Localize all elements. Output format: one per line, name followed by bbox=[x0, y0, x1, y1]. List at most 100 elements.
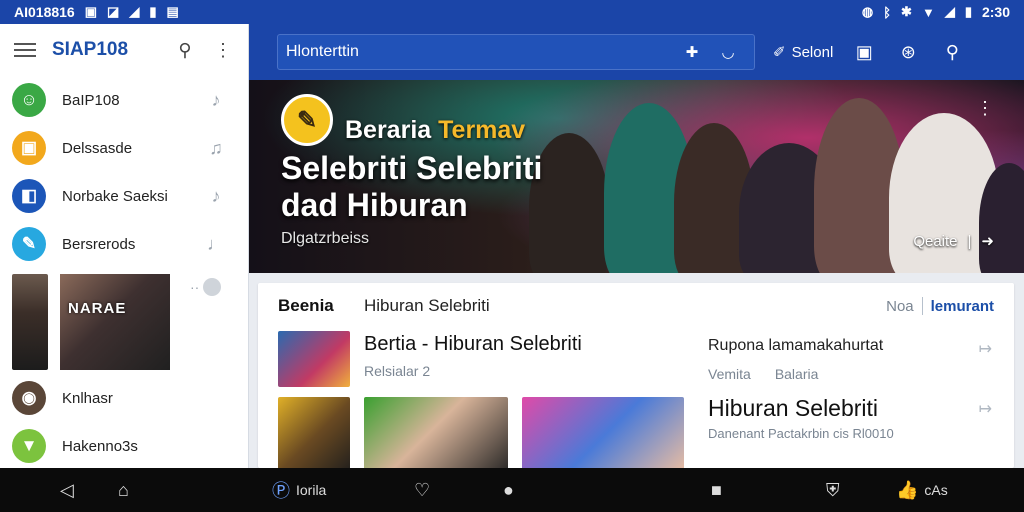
gallery-icon[interactable]: ▣ bbox=[851, 42, 877, 63]
bluetooth-icon: ᛒ bbox=[883, 4, 892, 20]
music-icon: ♫ bbox=[209, 137, 223, 158]
nfc-icon: ◍ bbox=[861, 4, 874, 19]
menu-icon[interactable] bbox=[14, 43, 36, 57]
music-icon: ♪ bbox=[211, 185, 221, 206]
pen-icon: ✐ bbox=[773, 44, 786, 61]
contact-avatar-icon: ✎ bbox=[12, 227, 46, 261]
select-label: Selonl bbox=[791, 43, 834, 61]
article-title[interactable]: Rupona lamamakahurtat bbox=[708, 337, 883, 355]
article-title[interactable]: Hiburan Selebriti bbox=[708, 395, 878, 422]
app-title: SIAP108 bbox=[52, 39, 129, 60]
battery-icon: ▮ bbox=[149, 4, 157, 19]
hero-kicker: Beraria Termav bbox=[345, 116, 525, 145]
square-icon: ■ bbox=[711, 479, 722, 500]
contact-item[interactable]: ✎ Bersrerods ♩ bbox=[0, 220, 248, 268]
contact-avatar-icon: ☺ bbox=[12, 83, 46, 117]
arrow-right-icon[interactable]: ↦ bbox=[979, 399, 992, 419]
status-dot-icon bbox=[203, 278, 222, 296]
contact-photo-poster: NARAE bbox=[60, 274, 170, 370]
article-thumbnail[interactable] bbox=[522, 397, 684, 468]
search-icon[interactable]: ⚲ bbox=[174, 40, 196, 61]
article-thumbnail[interactable] bbox=[278, 397, 350, 468]
poster-label: NARAE bbox=[68, 300, 127, 317]
arrow-right-icon: ➜ bbox=[981, 233, 994, 250]
contact-avatar-icon: ◉ bbox=[12, 381, 46, 415]
hero-kicker-white: Beraria bbox=[345, 116, 432, 144]
heart-icon: ♡ bbox=[414, 479, 431, 500]
select-button[interactable]: ✐ Selonl bbox=[773, 43, 834, 62]
search-input[interactable] bbox=[286, 43, 674, 61]
favorite-button[interactable]: ♡ bbox=[414, 468, 430, 512]
voice-icon[interactable]: ◡ bbox=[710, 43, 746, 61]
article-title[interactable]: Bertia - Hiburan Selebriti bbox=[364, 333, 582, 356]
contact-name: Norbake Saeksi bbox=[62, 187, 168, 205]
hero-kicker-accent: Termav bbox=[438, 116, 526, 144]
contact-item[interactable]: ☺ BaIP108 ♪ bbox=[0, 76, 248, 124]
more-vert-icon[interactable]: ⋮ bbox=[976, 98, 994, 119]
ellipsis-icon: ·· bbox=[190, 279, 200, 295]
contact-item[interactable]: ◧ Norbake Saeksi ♪ bbox=[0, 172, 248, 220]
divider-icon: | bbox=[967, 232, 972, 250]
article-meta: Vemita Balaria bbox=[708, 366, 818, 382]
contact-name: Knlhasr bbox=[62, 389, 113, 407]
photo-row-trail: ·· bbox=[190, 278, 222, 296]
like-label: cAs bbox=[924, 482, 948, 498]
music-icon: ♪ bbox=[211, 89, 221, 110]
shield-icon: ⛨ bbox=[826, 479, 840, 500]
article-thumbnail[interactable] bbox=[278, 331, 350, 387]
recents-button[interactable]: ■ bbox=[711, 468, 722, 512]
brand-logo-icon: ✎ bbox=[281, 94, 333, 146]
like-button[interactable]: 👍 cAs bbox=[896, 468, 948, 512]
contact-name: BaIP108 bbox=[62, 91, 120, 109]
search-box[interactable]: ✚ ◡ bbox=[277, 34, 755, 70]
shield-button[interactable]: ⛨ bbox=[826, 468, 840, 512]
tab-divider bbox=[921, 297, 923, 315]
signal-icon: ◢ bbox=[129, 4, 140, 19]
photo-contact-row[interactable]: NARAE ·· bbox=[0, 268, 248, 374]
back-icon: ◁ bbox=[60, 479, 74, 500]
contact-avatar-icon: ▣ bbox=[12, 131, 46, 165]
carrier-text: AI018816 bbox=[14, 4, 75, 20]
contact-photo bbox=[12, 274, 48, 370]
contact-name: Bersrerods bbox=[62, 235, 136, 253]
battery-icon: ▮ bbox=[964, 4, 972, 19]
thumb-up-icon: 👍 bbox=[896, 479, 919, 500]
contact-item[interactable]: ◉ Knlhasr bbox=[0, 374, 248, 422]
search-icon[interactable]: ⚲ bbox=[939, 42, 965, 63]
hero-title: Selebriti Selebriti dad Hiburan bbox=[281, 150, 543, 223]
contact-item[interactable]: ▣ Delssasde ♫ bbox=[0, 124, 248, 172]
circle-icon: ● bbox=[503, 479, 514, 500]
home-button[interactable]: ⌂ bbox=[118, 468, 129, 512]
hero-cta-label: Qeaite bbox=[913, 232, 958, 250]
news-card: Beenia Hiburan Selebriti Noa lemurant Be… bbox=[258, 283, 1014, 468]
sidebar: SIAP108 ⚲ ⋮ ☺ BaIP108 ♪ ▣ Delssasde ♫ ◧ … bbox=[0, 24, 249, 468]
contact-avatar-icon: ▼ bbox=[12, 429, 46, 463]
top-app-bar: ✚ ◡ ✐ Selonl ▣ ⊛ ⚲ bbox=[249, 24, 1024, 80]
add-icon[interactable]: ✚ bbox=[674, 43, 710, 61]
wifi-icon: ▼ bbox=[921, 4, 935, 20]
article-thumbnail[interactable] bbox=[364, 397, 508, 468]
clock-text: 2:30 bbox=[981, 4, 1010, 20]
article-meta-author: Vemita bbox=[708, 366, 751, 382]
image-icon: ◪ bbox=[107, 4, 120, 19]
article-meta: Relsialar 2 bbox=[364, 363, 431, 379]
more-vert-icon[interactable]: ⋮ bbox=[212, 40, 234, 61]
section-label: Beenia bbox=[278, 296, 334, 315]
tab-active[interactable]: lemurant bbox=[931, 298, 994, 315]
card-header: Beenia Hiburan Selebriti Noa lemurant bbox=[258, 283, 1014, 329]
article-meta: Danenant Pactakrbin cis Rl0010 bbox=[708, 426, 894, 441]
hero-banner[interactable]: ✎ Beraria Termav Selebriti Selebriti dad… bbox=[249, 80, 1024, 273]
hero-cta-button[interactable]: Qeaite | ➜ bbox=[913, 232, 994, 251]
cell-signal-icon: ◢ bbox=[944, 4, 955, 19]
contact-item[interactable]: ▼ Hakenno3s bbox=[0, 422, 248, 470]
hero-subtitle: Dlgatzrbeiss bbox=[281, 230, 370, 247]
profile-button[interactable]: Ⓟ Iorila bbox=[272, 468, 326, 512]
music-icon: ♩ bbox=[207, 233, 225, 254]
settings-icon[interactable]: ⊛ bbox=[895, 42, 921, 63]
profile-label: Iorila bbox=[296, 482, 327, 498]
status-bar: AI018816 ▣ ◪ ◢ ▮ ▤ ◍ ᛒ ✱ ▼ ◢ ▮ 2:30 bbox=[0, 0, 1024, 24]
back-button[interactable]: ◁ bbox=[60, 468, 74, 512]
arrow-right-icon[interactable]: ↦ bbox=[979, 339, 992, 359]
tab-inactive[interactable]: Noa bbox=[886, 298, 914, 315]
center-button[interactable]: ● bbox=[503, 468, 514, 512]
